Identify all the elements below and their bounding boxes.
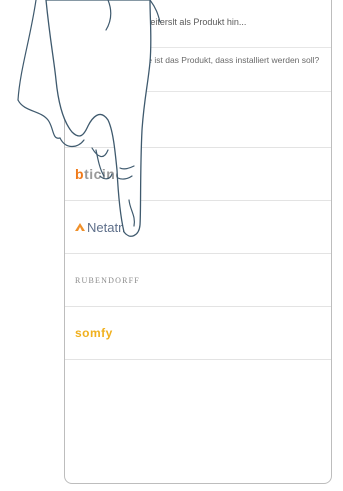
brand-item-bticino[interactable]: bticino [65,148,331,201]
netatmo-logo: Netatmo [75,220,136,235]
netatmo-label: Netatmo [87,219,137,235]
bticino-logo: bticino [75,166,125,182]
back-button[interactable] [75,2,109,42]
arrow-left-icon [85,17,98,27]
netatmo-roof-icon [75,223,85,231]
brand-item-hidden[interactable] [65,92,331,148]
question-text: Welcher Marke ist das Produkt, dass inst… [65,48,331,92]
brand-item-rademacher[interactable]: RUBENDORFF [65,254,331,307]
step-badge: 3 [82,66,104,88]
brand-item-somfy[interactable]: somfy [65,307,331,360]
phone-screen: Diesem Weiterslt als Produkt hin... Welc… [64,0,332,484]
rademacher-logo: RUBENDORFF [75,275,140,285]
app-header: Diesem Weiterslt als Produkt hin... [65,0,331,48]
brand-item-netatmo[interactable]: Netatmo [65,201,331,254]
brand-list: bticino Netatmo RUBENDORFF somfy [65,92,331,360]
somfy-logo: somfy [75,326,113,340]
page-title: Diesem Weiterslt als Produkt hin... [109,17,247,27]
